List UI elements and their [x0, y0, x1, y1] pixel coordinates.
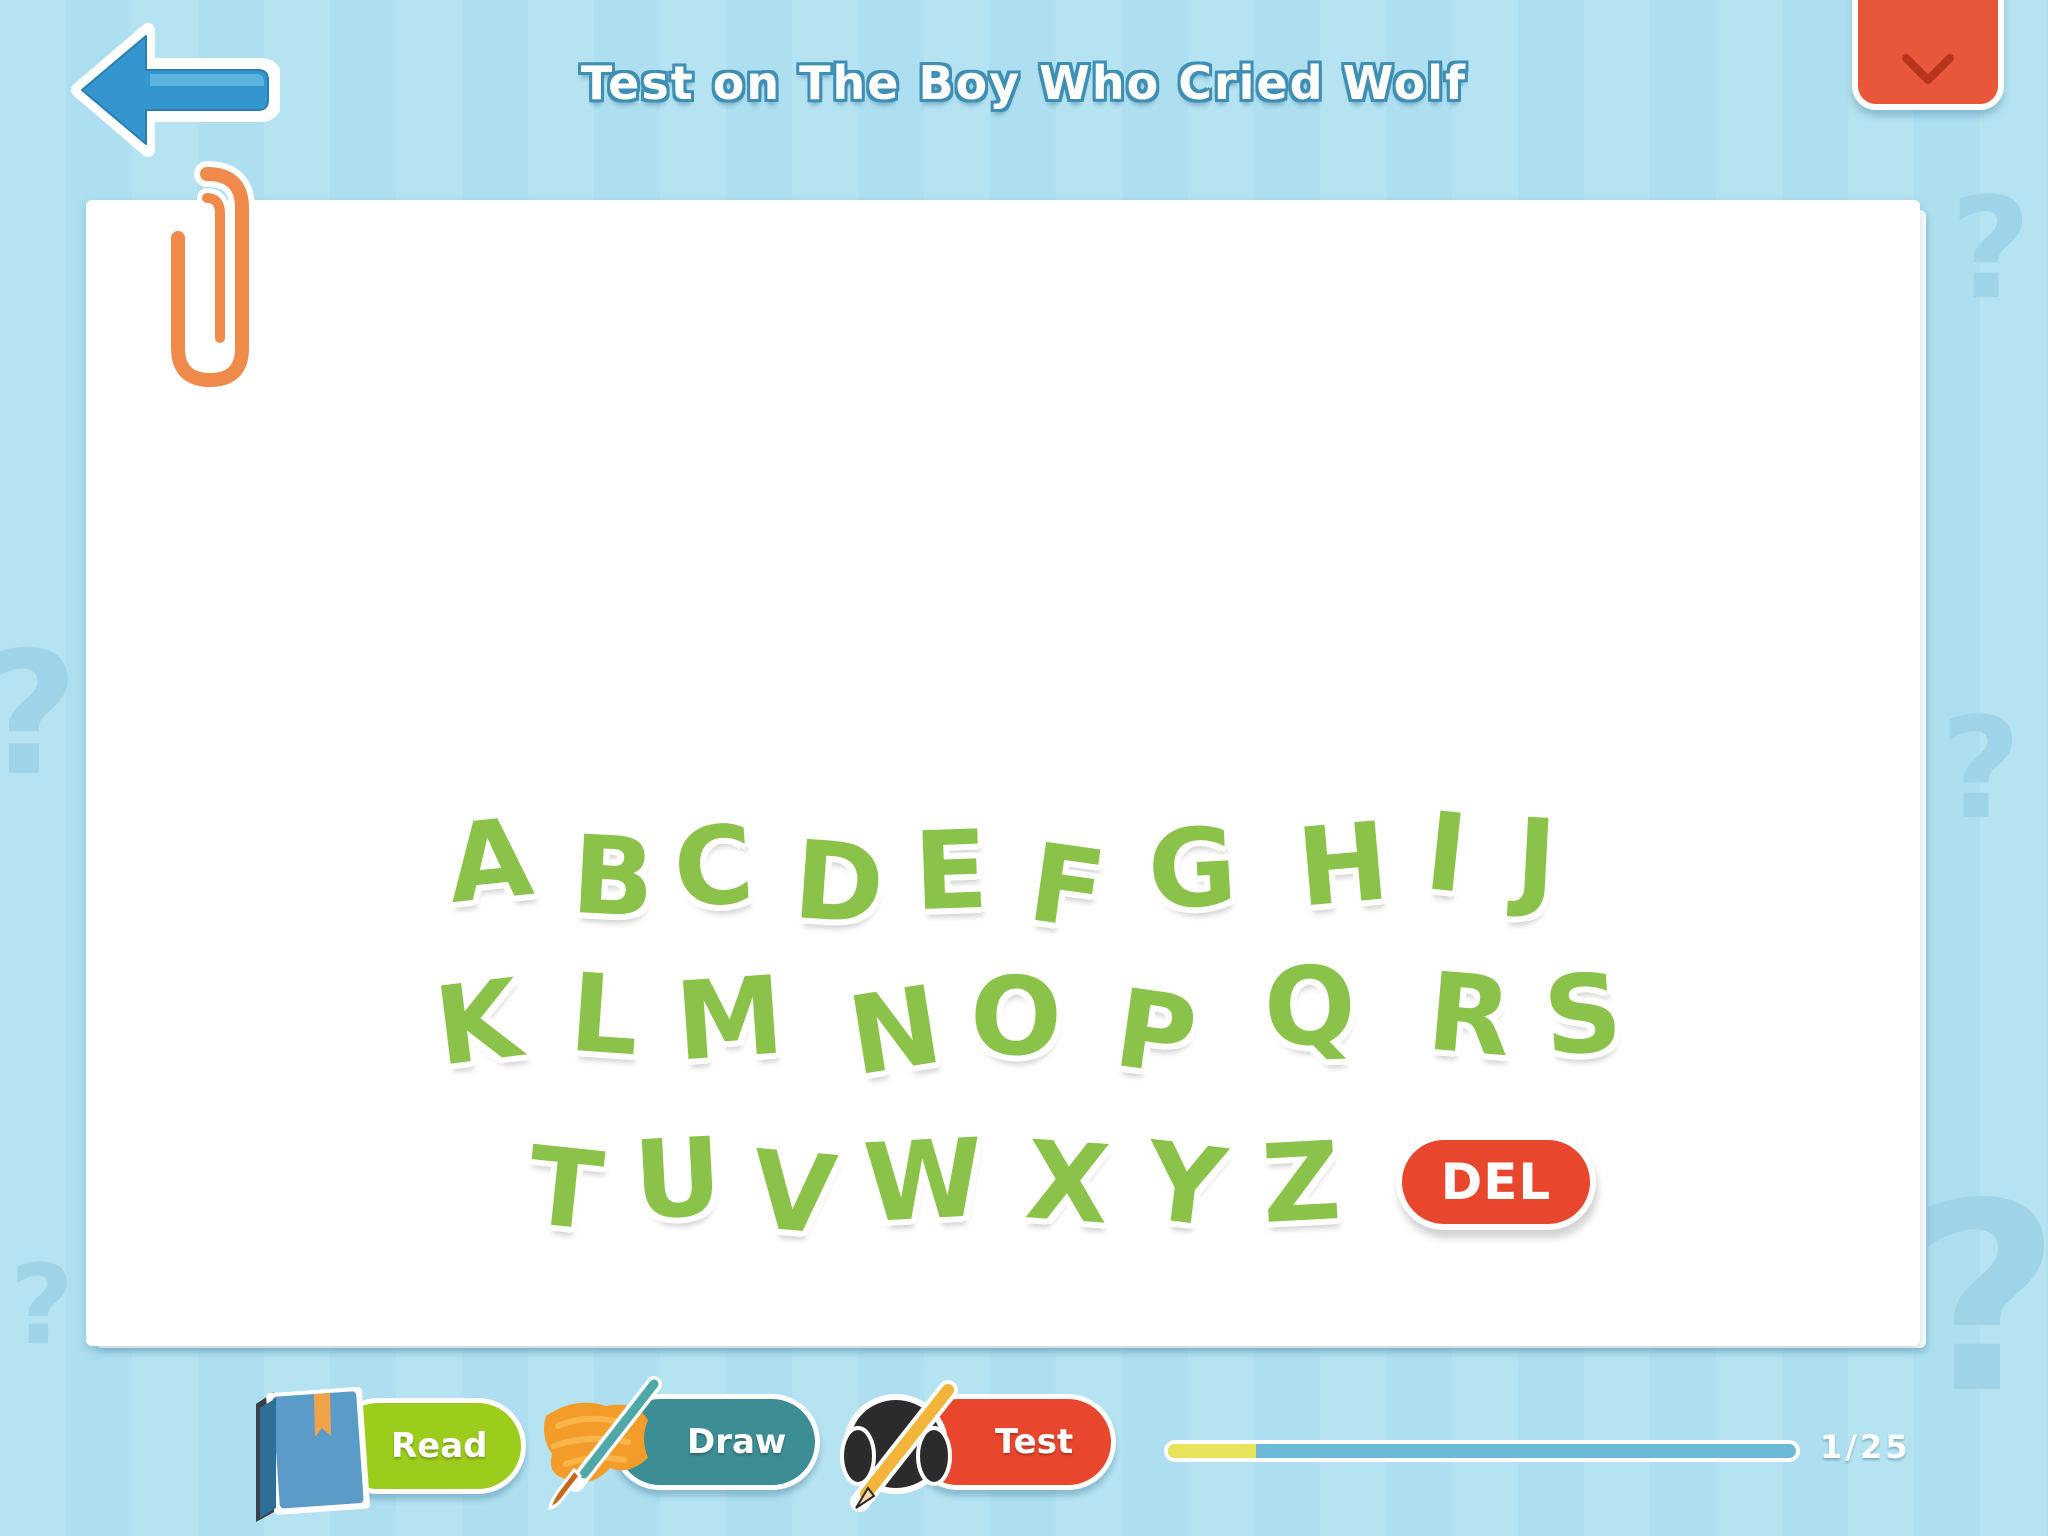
- letter-key-v[interactable]: V: [747, 1128, 841, 1260]
- test-button-label: Test: [995, 1422, 1074, 1462]
- book-icon: [256, 1386, 370, 1522]
- letter-key-m[interactable]: M: [672, 953, 788, 1085]
- progress-bar: [1164, 1440, 1800, 1462]
- background-question-mark: ?: [1950, 168, 2032, 331]
- letter-key-z[interactable]: Z: [1259, 1119, 1344, 1248]
- letter-key-g[interactable]: G: [1145, 805, 1240, 934]
- paintbrush-icon: [544, 1376, 662, 1511]
- letter-key-t[interactable]: T: [522, 1123, 608, 1255]
- background-question-mark: ?: [10, 1241, 74, 1369]
- page-title: Test on The Boy Who Cried Wolf: [580, 56, 1468, 110]
- letter-key-p[interactable]: P: [1108, 966, 1204, 1101]
- letter-key-d[interactable]: D: [790, 818, 888, 949]
- menu-dropdown-button[interactable]: [1852, 0, 2004, 110]
- delete-button[interactable]: DEL: [1396, 1134, 1596, 1230]
- letter-key-o[interactable]: O: [968, 953, 1064, 1081]
- chevron-down-icon: [1902, 54, 1954, 84]
- letter-key-s[interactable]: S: [1540, 950, 1626, 1080]
- answer-paper: [86, 200, 1920, 1346]
- letter-key-k[interactable]: K: [429, 956, 527, 1090]
- draw-button-label: Draw: [687, 1422, 787, 1462]
- letter-key-f[interactable]: F: [1022, 820, 1112, 954]
- letter-key-a[interactable]: A: [442, 795, 538, 928]
- progress-counter: 1/25: [1820, 1428, 1911, 1466]
- letter-key-h[interactable]: H: [1293, 799, 1394, 931]
- letter-key-c[interactable]: C: [670, 802, 758, 932]
- pencil-icon: [840, 1380, 958, 1512]
- letter-key-u[interactable]: U: [631, 1115, 725, 1244]
- letter-key-n[interactable]: N: [841, 963, 950, 1101]
- letter-key-e[interactable]: E: [912, 808, 990, 935]
- letter-key-q[interactable]: Q: [1262, 943, 1358, 1071]
- letter-key-y[interactable]: Y: [1139, 1119, 1232, 1253]
- read-button-label: Read: [391, 1426, 488, 1466]
- letter-key-r[interactable]: R: [1423, 950, 1517, 1082]
- letter-key-w[interactable]: W: [861, 1116, 987, 1247]
- paperclip-icon: [165, 161, 255, 394]
- letter-key-j[interactable]: J: [1513, 796, 1560, 923]
- letter-key-x[interactable]: X: [1022, 1118, 1114, 1249]
- letter-key-l[interactable]: L: [566, 951, 643, 1080]
- letter-key-b[interactable]: B: [569, 813, 658, 942]
- progress-bar-fill: [1168, 1444, 1256, 1458]
- background-question-mark: ?: [1940, 688, 2022, 851]
- background-question-mark: ?: [0, 630, 79, 800]
- background-question-mark: ?: [1910, 1149, 2048, 1451]
